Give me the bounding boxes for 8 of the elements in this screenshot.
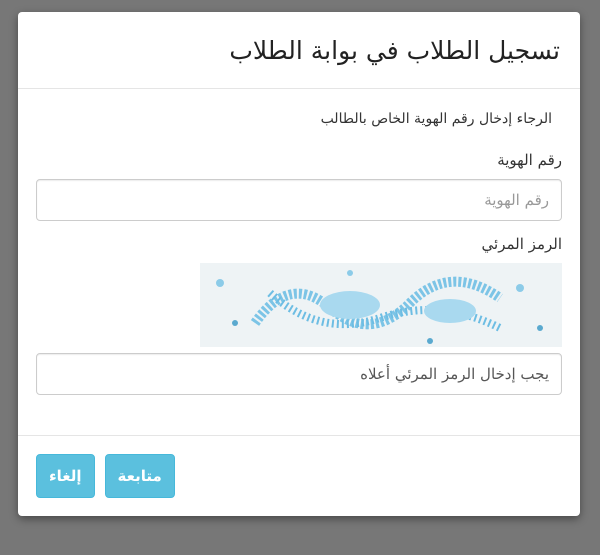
- cancel-button[interactable]: إلغاء: [36, 454, 95, 498]
- captcha-input-field[interactable]: يجب إدخال الرمز المرئي أعلاه: [36, 352, 562, 394]
- field-label: رقم الهوية: [497, 150, 562, 168]
- dialog-title: تسجيل الطلاب في بوابة الطلاب: [228, 35, 560, 68]
- continue-button[interactable]: متابعة: [104, 454, 175, 498]
- field-label: الرمز المرئي: [482, 234, 562, 252]
- instruction-text: الرجاء إدخال رقم الهوية الخاص بالطالب: [320, 110, 552, 126]
- input-field[interactable]: رقم الهوية: [36, 178, 562, 220]
